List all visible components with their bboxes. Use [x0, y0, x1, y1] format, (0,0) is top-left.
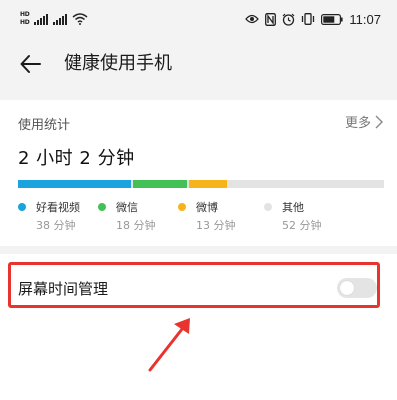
app-bar: 健康使用手机 [0, 38, 397, 90]
status-bar: HD HD 11:07 [0, 0, 397, 38]
legend-dot [98, 203, 106, 211]
nfc-icon [265, 12, 277, 26]
wifi-icon [72, 13, 88, 25]
usage-legend: 好看视频 38 分钟 微信 18 分钟 微博 13 分钟 其他 52 分钟 [18, 199, 384, 239]
legend-app-duration: 13 分钟 [196, 219, 236, 232]
usage-bar [18, 180, 384, 188]
battery-icon [321, 13, 344, 25]
legend-app-name: 微博 [196, 201, 218, 214]
usage-bar-segment [18, 180, 132, 188]
status-left: HD HD [20, 8, 88, 30]
hd-top: HD [20, 11, 30, 18]
usage-bar-segment [133, 180, 187, 188]
chevron-right-icon [375, 115, 383, 128]
signal-icon [34, 13, 49, 25]
more-label: 更多 [344, 116, 371, 131]
signal-icon-2 [53, 13, 68, 25]
alarm-icon [282, 13, 295, 26]
usage-stats-label: 使用统计 [18, 118, 71, 133]
more-button[interactable]: 更多 [345, 112, 383, 131]
total-usage-time: 2 小时 2 分钟 [18, 148, 135, 169]
clock: 11:07 [349, 11, 381, 27]
legend-app-name: 微信 [116, 201, 138, 214]
vibrate-icon [302, 13, 315, 25]
legend-app-duration: 18 分钟 [116, 219, 156, 232]
arrow-left-icon[interactable] [18, 51, 44, 77]
legend-app-duration: 52 分钟 [282, 219, 322, 232]
status-right: 11:07 [245, 9, 381, 29]
legend-dot [264, 203, 272, 211]
legend-app-name: 其他 [282, 201, 304, 214]
hd-indicators: HD HD [20, 11, 30, 26]
eye-icon [245, 14, 260, 24]
annotation-arrow-icon [148, 318, 190, 372]
usage-stats-card[interactable]: 使用统计 更多 2 小时 2 分钟 好看视频 38 分钟 微信 18 分钟 微博 13 分… [0, 100, 397, 246]
legend-dot [178, 203, 186, 211]
usage-bar-segment [229, 180, 384, 188]
legend-app-name: 好看视频 [36, 201, 80, 214]
legend-app-duration: 38 分钟 [36, 219, 76, 232]
usage-bar-segment [188, 180, 228, 188]
legend-dot [18, 203, 26, 211]
hd-bottom: HD [20, 19, 30, 26]
page-title: 健康使用手机 [64, 53, 172, 74]
highlight-box [8, 262, 380, 308]
